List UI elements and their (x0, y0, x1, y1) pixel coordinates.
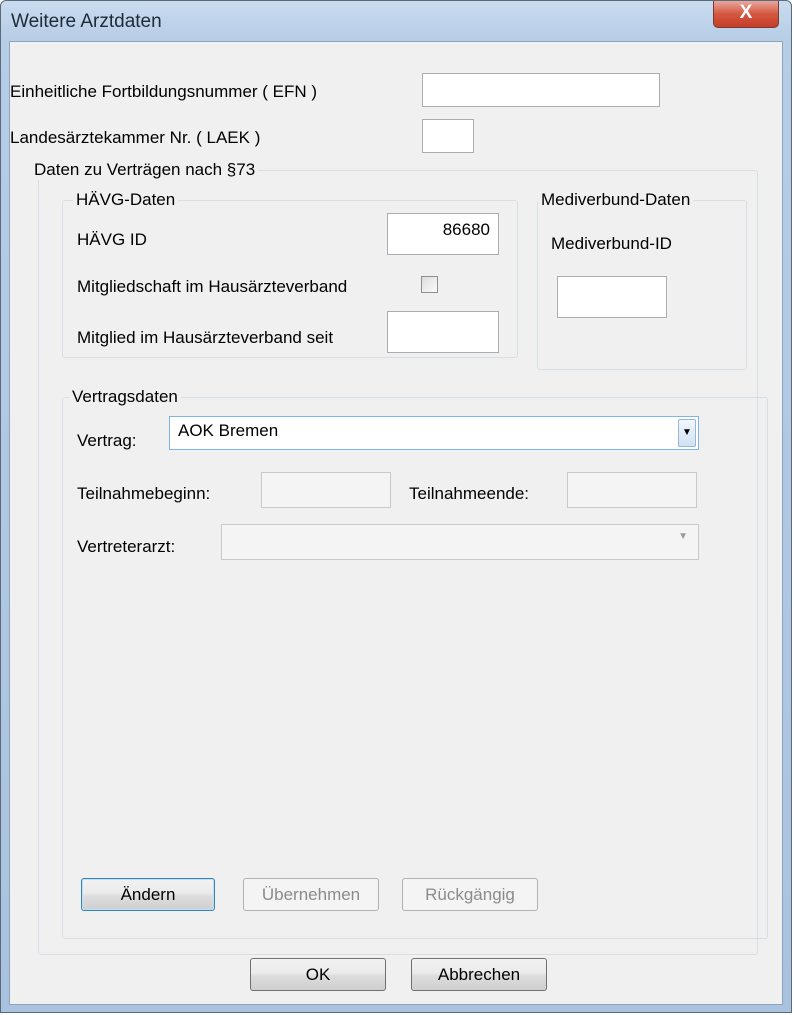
haevg-member-label: Mitgliedschaft im Hausärzteverband (77, 277, 348, 296)
haevg-since-input[interactable] (387, 311, 499, 353)
uebernehmen-button[interactable]: Übernehmen (243, 878, 379, 911)
mediverbund-id-label: Mediverbund-ID (551, 234, 672, 253)
chevron-down-icon: ▼ (682, 427, 692, 438)
teilnahmeende-label: Teilnahmeende: (409, 484, 530, 503)
mediverbund-id-input[interactable] (557, 276, 667, 318)
efn-label: Einheitliche Fortbildungsnummer ( EFN ) (10, 82, 318, 101)
window-title: Weitere Arztdaten (11, 11, 162, 32)
haevg-id-input[interactable]: 86680 (387, 213, 499, 255)
dialog-window: Weitere Arztdaten X Einheitliche Fortbil… (0, 0, 792, 1013)
close-icon: X (739, 2, 753, 23)
haevg-id-label: HÄVG ID (77, 230, 147, 249)
vertragsdaten-legend: Vertragsdaten (69, 387, 181, 407)
aendern-button[interactable]: Ändern (81, 878, 215, 911)
vertreterarzt-label: Vertreterarzt: (77, 537, 176, 556)
vertrag-dropdown-button[interactable]: ▼ (678, 419, 696, 447)
teilnahmebeginn-input[interactable] (261, 472, 391, 508)
mediverbund-legend: Mediverbund-Daten (538, 190, 694, 210)
efn-input[interactable] (422, 73, 660, 107)
teilnahmeende-input[interactable] (567, 472, 697, 508)
vertrag-selected-value: AOK Bremen (178, 421, 279, 440)
ok-button[interactable]: OK (250, 958, 386, 991)
section-73-legend: Daten zu Verträgen nach §73 (31, 160, 259, 180)
chevron-down-icon: ▼ (678, 531, 688, 542)
laek-label: Landesärztekammer Nr. ( LAEK ) (10, 128, 261, 147)
vertrag-select[interactable]: AOK Bremen ▼ (169, 416, 699, 450)
dialog-client-area: Einheitliche Fortbildungsnummer ( EFN ) … (9, 41, 783, 1005)
haevg-legend: HÄVG-Daten (73, 190, 179, 210)
haevg-member-checkbox[interactable] (421, 276, 438, 293)
vertreterarzt-select[interactable]: ▼ (221, 524, 699, 560)
haevg-since-label: Mitglied im Hausärzteverband seit (77, 328, 334, 347)
title-bar[interactable]: Weitere Arztdaten X (1, 1, 791, 41)
laek-input[interactable] (422, 119, 474, 153)
teilnahmebeginn-label: Teilnahmebeginn: (77, 484, 211, 503)
vertrag-label: Vertrag: (77, 431, 137, 450)
rueckgaengig-button[interactable]: Rückgängig (402, 878, 538, 911)
close-button[interactable]: X (713, 1, 779, 28)
cancel-button[interactable]: Abbrechen (411, 958, 547, 991)
